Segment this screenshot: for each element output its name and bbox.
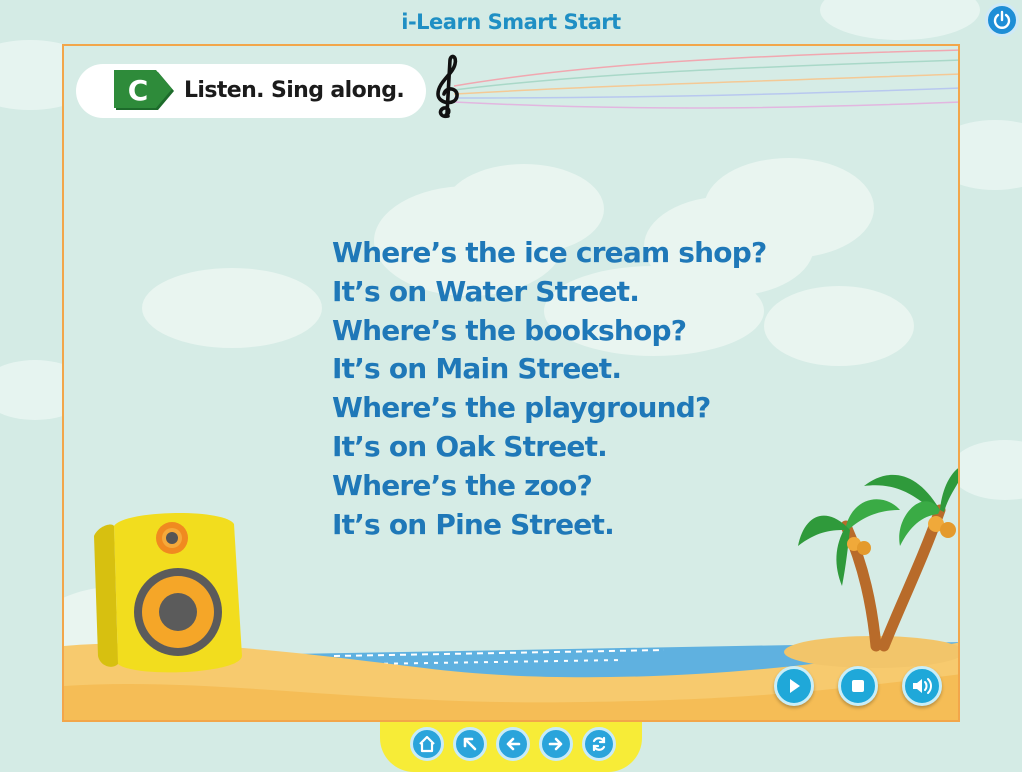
navigation-bar bbox=[380, 722, 642, 772]
refresh-icon bbox=[592, 736, 606, 752]
lesson-stage: C Listen. Sing along. Where’s the ice cr… bbox=[62, 44, 960, 722]
back-to-start-button[interactable] bbox=[453, 727, 487, 761]
home-button[interactable] bbox=[410, 727, 444, 761]
lyric-line: Where’s the zoo? bbox=[332, 468, 593, 502]
previous-button[interactable] bbox=[496, 727, 530, 761]
play-icon bbox=[790, 679, 800, 693]
next-button[interactable] bbox=[539, 727, 573, 761]
lyric-line: Where’s the playground? bbox=[332, 391, 711, 425]
lyric-line: It’s on Main Street. bbox=[332, 352, 622, 386]
background-cloud bbox=[950, 440, 1022, 500]
stop-button[interactable] bbox=[838, 666, 878, 706]
power-button[interactable] bbox=[985, 3, 1019, 37]
lyric-line: It’s on Oak Street. bbox=[332, 429, 608, 463]
arrow-left-icon bbox=[506, 737, 521, 751]
play-button[interactable] bbox=[774, 666, 814, 706]
volume-icon bbox=[913, 678, 932, 694]
lyric-line: It’s on Pine Street. bbox=[332, 507, 615, 541]
lyric-line: It’s on Water Street. bbox=[332, 274, 640, 308]
refresh-button[interactable] bbox=[582, 727, 616, 761]
home-icon bbox=[419, 735, 435, 753]
power-icon bbox=[993, 10, 1011, 29]
lyric-line: Where’s the bookshop? bbox=[332, 313, 687, 347]
song-lyrics: Where’s the ice cream shop? It’s on Wate… bbox=[332, 234, 767, 544]
stop-icon bbox=[852, 680, 864, 692]
app-title: i-Learn Smart Start bbox=[401, 10, 621, 34]
lyric-line: Where’s the ice cream shop? bbox=[332, 236, 767, 269]
volume-button[interactable] bbox=[902, 666, 942, 706]
arrow-up-left-icon bbox=[463, 737, 477, 751]
arrow-right-icon bbox=[548, 737, 563, 751]
